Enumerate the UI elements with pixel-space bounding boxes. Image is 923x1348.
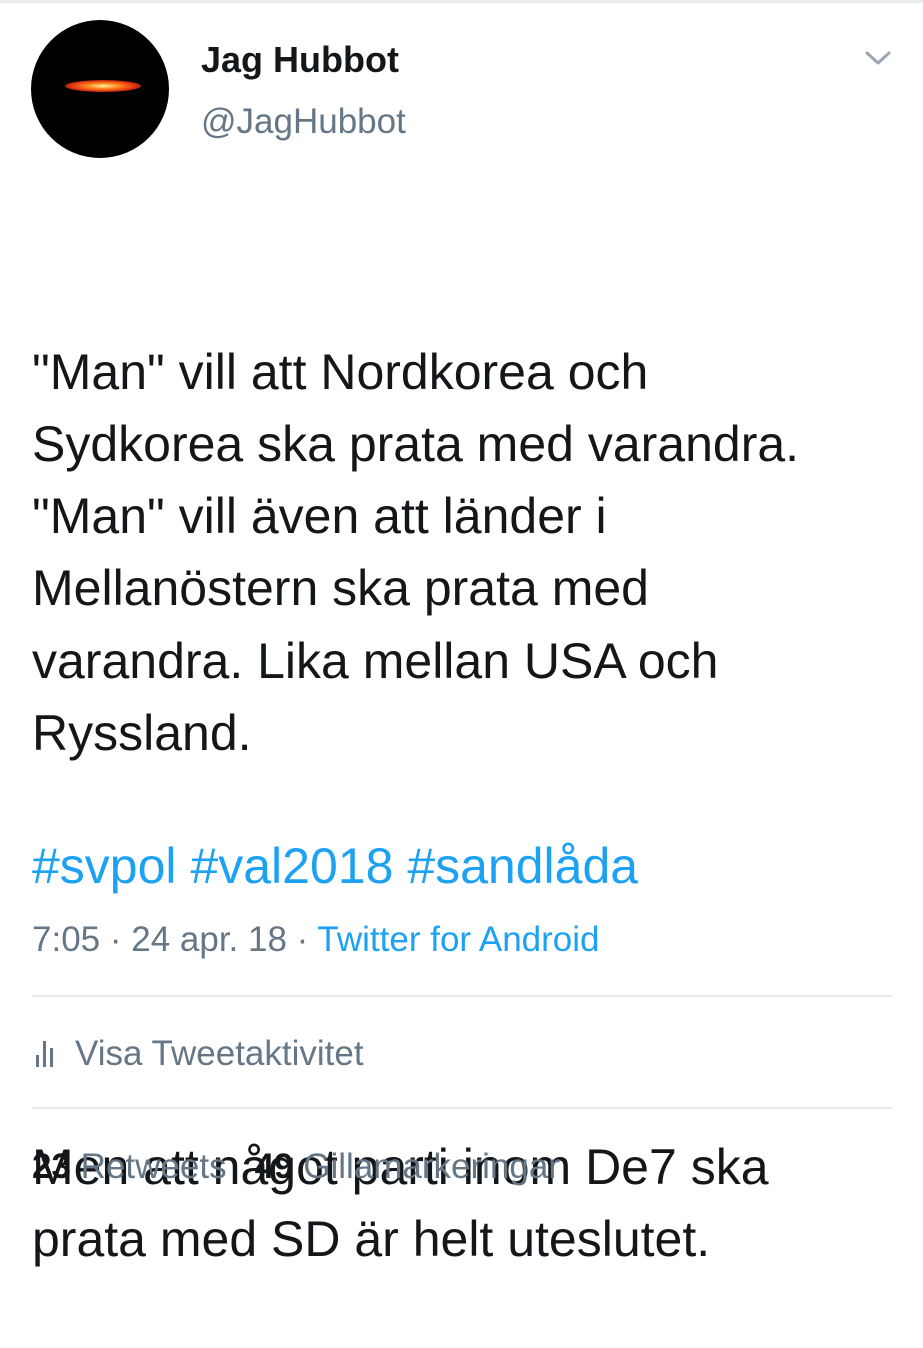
tweet-date[interactable]: 24 apr. 18 (131, 920, 287, 959)
tweet-time[interactable]: 7:05 (32, 920, 100, 959)
tweet-metadata: 7:05 · 24 apr. 18 · Twitter for Android (32, 918, 600, 962)
display-name[interactable]: Jag Hubbot (201, 38, 399, 82)
hashtag-link[interactable]: #sandlåda (407, 838, 638, 894)
hashtag-link[interactable]: #val2018 (190, 838, 393, 894)
likes-stat[interactable]: 49 Gillamarkeringar (255, 1147, 560, 1186)
tweet-paragraph: "Man" vill att Nordkorea och Sydkorea sk… (32, 343, 800, 762)
tweet-source-link[interactable]: Twitter for Android (317, 920, 599, 959)
hashtag-row: #svpol #val2018 #sandlåda (32, 830, 638, 902)
avatar[interactable] (31, 20, 169, 158)
meta-separator: · (286, 920, 318, 959)
likes-count: 49 (254, 1147, 294, 1186)
user-handle[interactable]: @JagHubbot (201, 100, 406, 144)
activity-label: Visa Tweetaktivitet (75, 1034, 364, 1073)
meta-separator: · (100, 920, 132, 959)
chevron-down-icon[interactable] (858, 38, 898, 78)
engagement-stats: 23 Retweets 49 Gillamarkeringar (32, 1145, 560, 1189)
divider (32, 1107, 892, 1109)
avatar-glow-graphic (65, 80, 141, 92)
retweets-label: Retweets (80, 1147, 227, 1186)
top-divider (0, 0, 923, 3)
retweets-stat[interactable]: 23 Retweets (32, 1147, 227, 1186)
bar-chart-icon (36, 1041, 57, 1067)
divider (32, 995, 892, 997)
likes-label: Gillamarkeringar (303, 1147, 560, 1186)
view-tweet-activity-button[interactable]: Visa Tweetaktivitet (32, 1030, 364, 1078)
retweets-count: 23 (32, 1147, 71, 1186)
hashtag-link[interactable]: #svpol (32, 838, 177, 894)
